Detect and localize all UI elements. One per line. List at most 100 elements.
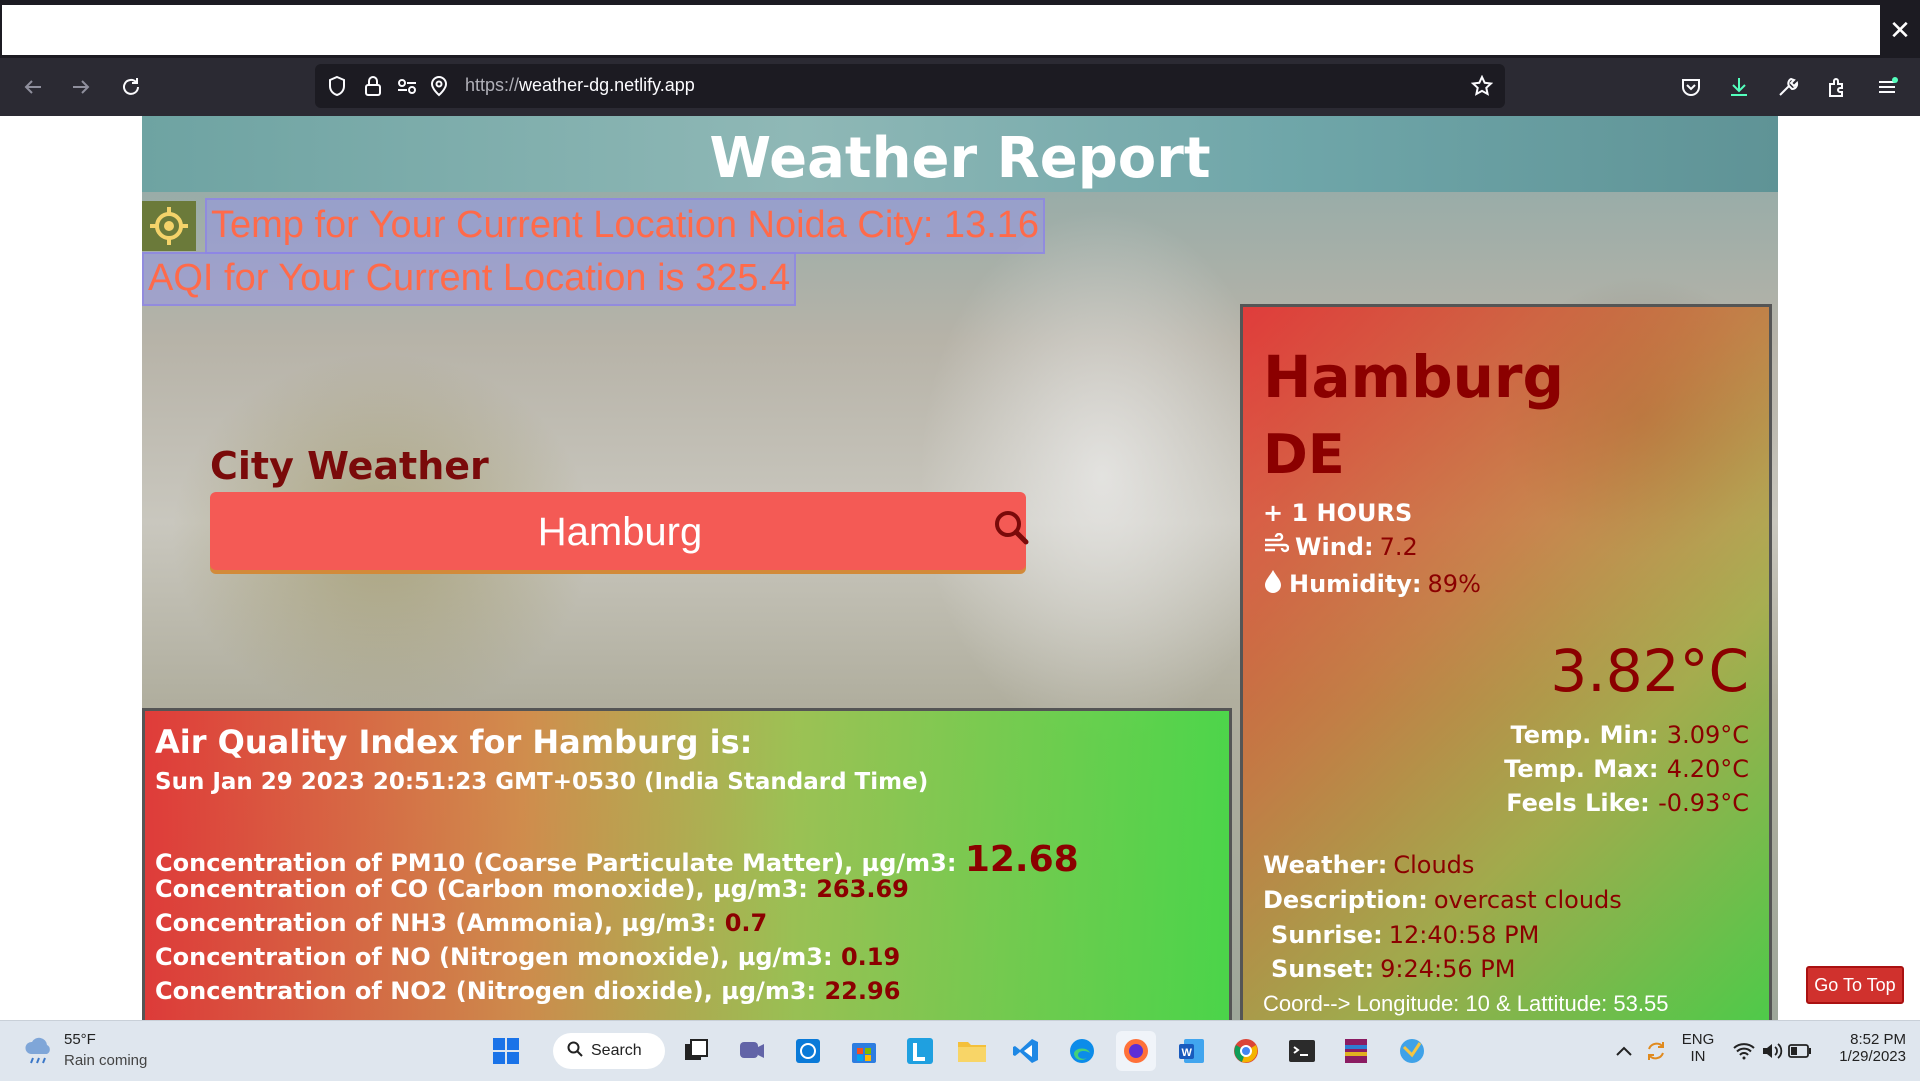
aqi-title: Air Quality Index for Hamburg is: (155, 723, 753, 761)
humidity-label: Humidity: (1289, 570, 1422, 598)
feels-like-label: Feels Like: (1506, 789, 1650, 817)
taskbar-clock[interactable]: 8:52 PM 1/29/2023 (1822, 1031, 1906, 1065)
weather-temp-max: Temp. Max: 4.20°C (1504, 755, 1749, 783)
page-header: Weather Report (142, 116, 1778, 192)
app-icon-colorful[interactable] (1392, 1031, 1432, 1071)
svg-text:W: W (1182, 1047, 1193, 1059)
lang-bottom: IN (1690, 1048, 1706, 1065)
sunrise-value: 12:40:58 PM (1388, 921, 1540, 949)
current-location-aqi: AQI for Your Current Location is 325.4 (142, 252, 797, 306)
url-scheme: https:// (465, 75, 520, 95)
clock-date: 1/29/2023 (1839, 1048, 1906, 1065)
word-icon[interactable]: W (1172, 1031, 1212, 1071)
sync-icon[interactable] (1636, 1031, 1676, 1071)
l-app-icon[interactable] (900, 1031, 940, 1071)
aqi-panel: Air Quality Index for Hamburg is: Sun Ja… (142, 708, 1232, 1020)
search-box (210, 492, 1030, 572)
teams-chat-icon[interactable] (732, 1031, 772, 1071)
rain-cloud-icon[interactable] (22, 1035, 56, 1069)
temp-max-label: Temp. Max: (1504, 755, 1659, 783)
aqi-row-pm10: Concentration of PM10 (Coarse Particulat… (155, 839, 1079, 880)
back-icon[interactable] (12, 66, 54, 108)
aqi-row-value: 12.68 (964, 839, 1079, 880)
weather-card: Hamburg DE + 1 HOURS Wind: 7.2 Humidity:… (1240, 304, 1772, 1020)
terminal-icon[interactable] (1282, 1031, 1322, 1071)
winrar-icon[interactable] (1336, 1031, 1376, 1071)
wrench-icon[interactable] (1767, 66, 1809, 108)
search-icon (567, 1041, 583, 1062)
lang-indicator[interactable]: ENG IN (1680, 1031, 1716, 1065)
taskbar-weather-temp[interactable]: 55°F (64, 1031, 96, 1048)
permissions-icon[interactable] (395, 74, 419, 98)
reload-icon[interactable] (110, 66, 152, 108)
taskbar-weather-cond[interactable]: Rain coming (64, 1052, 147, 1069)
weather-coord: Coord--> Longitude: 10 & Lattitude: 53.5… (1263, 991, 1669, 1016)
clock-time: 8:52 PM (1850, 1031, 1906, 1048)
temp-max-value: 4.20°C (1666, 755, 1749, 783)
crosshair-icon[interactable] (142, 201, 196, 251)
weather-humidity: Humidity: 89% (1263, 569, 1481, 599)
url-text[interactable]: https://weather-dg.netlify.app (465, 75, 695, 96)
sunset-label: Sunset: (1271, 955, 1375, 983)
location-icon[interactable] (427, 74, 451, 98)
weather-temperature: 3.82°C (1550, 637, 1749, 705)
top-white-bar (2, 5, 1880, 55)
app-icon-blue-square[interactable] (788, 1031, 828, 1071)
vscode-icon[interactable] (1006, 1031, 1046, 1071)
weather-country: DE (1263, 423, 1345, 486)
search-icon[interactable] (988, 504, 1034, 550)
windows-start-icon[interactable] (486, 1031, 526, 1071)
top-strip: ✕ (0, 0, 1920, 58)
url-bar[interactable]: https://weather-dg.netlify.app (315, 64, 1505, 108)
chrome-icon[interactable] (1226, 1031, 1266, 1071)
firefox-icon[interactable] (1116, 1031, 1156, 1071)
aqi-row-label: Concentration of CO (Carbon monoxide), µ… (155, 875, 808, 903)
temp-min-value: 3.09°C (1666, 721, 1749, 749)
star-icon[interactable] (1470, 74, 1494, 98)
weather-main-label: Weather: (1263, 851, 1388, 879)
weather-sunrise: Sunrise: 12:40:58 PM (1271, 921, 1539, 949)
droplet-icon (1263, 569, 1283, 599)
aqi-row-value: 0.7 (724, 909, 768, 937)
menu-icon[interactable] (1866, 66, 1908, 108)
taskbar-search-label: Search (591, 1042, 642, 1059)
weather-main: Weather: Clouds (1263, 851, 1474, 879)
weather-feels-like: Feels Like: -0.93°C (1506, 789, 1749, 817)
lock-icon[interactable] (361, 74, 385, 98)
aqi-row-value: 0.19 (840, 943, 901, 971)
weather-main-value: Clouds (1393, 851, 1475, 879)
page-title: Weather Report (709, 126, 1211, 191)
task-view-icon[interactable] (676, 1031, 716, 1071)
taskbar-search[interactable]: Search (553, 1033, 665, 1069)
file-explorer-icon[interactable] (952, 1031, 992, 1071)
edge-icon[interactable] (1062, 1031, 1102, 1071)
humidity-value: 89% (1427, 570, 1481, 598)
aqi-date: Sun Jan 29 2023 20:51:23 GMT+0530 (India… (155, 769, 929, 795)
weather-description-value: overcast clouds (1433, 886, 1622, 914)
wind-label: Wind: (1295, 533, 1374, 561)
pocket-icon[interactable] (1670, 66, 1712, 108)
weather-timezone: + 1 HOURS (1263, 499, 1413, 527)
aqi-row-value: 263.69 (816, 875, 909, 903)
weather-city: Hamburg (1263, 343, 1565, 411)
sunrise-label: Sunrise: (1271, 921, 1383, 949)
wind-value: 7.2 (1379, 533, 1418, 561)
aqi-row-co: Concentration of CO (Carbon monoxide), µ… (155, 875, 909, 903)
go-to-top-button[interactable]: Go To Top (1806, 966, 1904, 1004)
weather-description-label: Description: (1263, 886, 1428, 914)
aqi-row-label: Concentration of PM10 (Coarse Particulat… (155, 849, 957, 877)
aqi-row-label: Concentration of NO (Nitrogen monoxide),… (155, 943, 833, 971)
city-search-input[interactable] (210, 492, 1030, 572)
microsoft-store-icon[interactable] (844, 1031, 884, 1071)
close-icon[interactable]: ✕ (1880, 5, 1920, 55)
weather-sunset: Sunset: 9:24:56 PM (1271, 955, 1515, 983)
forward-icon[interactable] (60, 66, 102, 108)
browser-toolbar: https://weather-dg.netlify.app (0, 58, 1920, 116)
aqi-row-nh3: Concentration of NH3 (Ammonia), µg/m3: 0… (155, 909, 767, 937)
extensions-icon[interactable] (1816, 66, 1858, 108)
aqi-row-no: Concentration of NO (Nitrogen monoxide),… (155, 943, 900, 971)
shield-icon[interactable] (325, 74, 349, 98)
battery-icon[interactable] (1780, 1031, 1820, 1071)
download-icon[interactable] (1718, 66, 1760, 108)
aqi-row-label: Concentration of NO2 (Nitrogen dioxide),… (155, 977, 817, 1005)
